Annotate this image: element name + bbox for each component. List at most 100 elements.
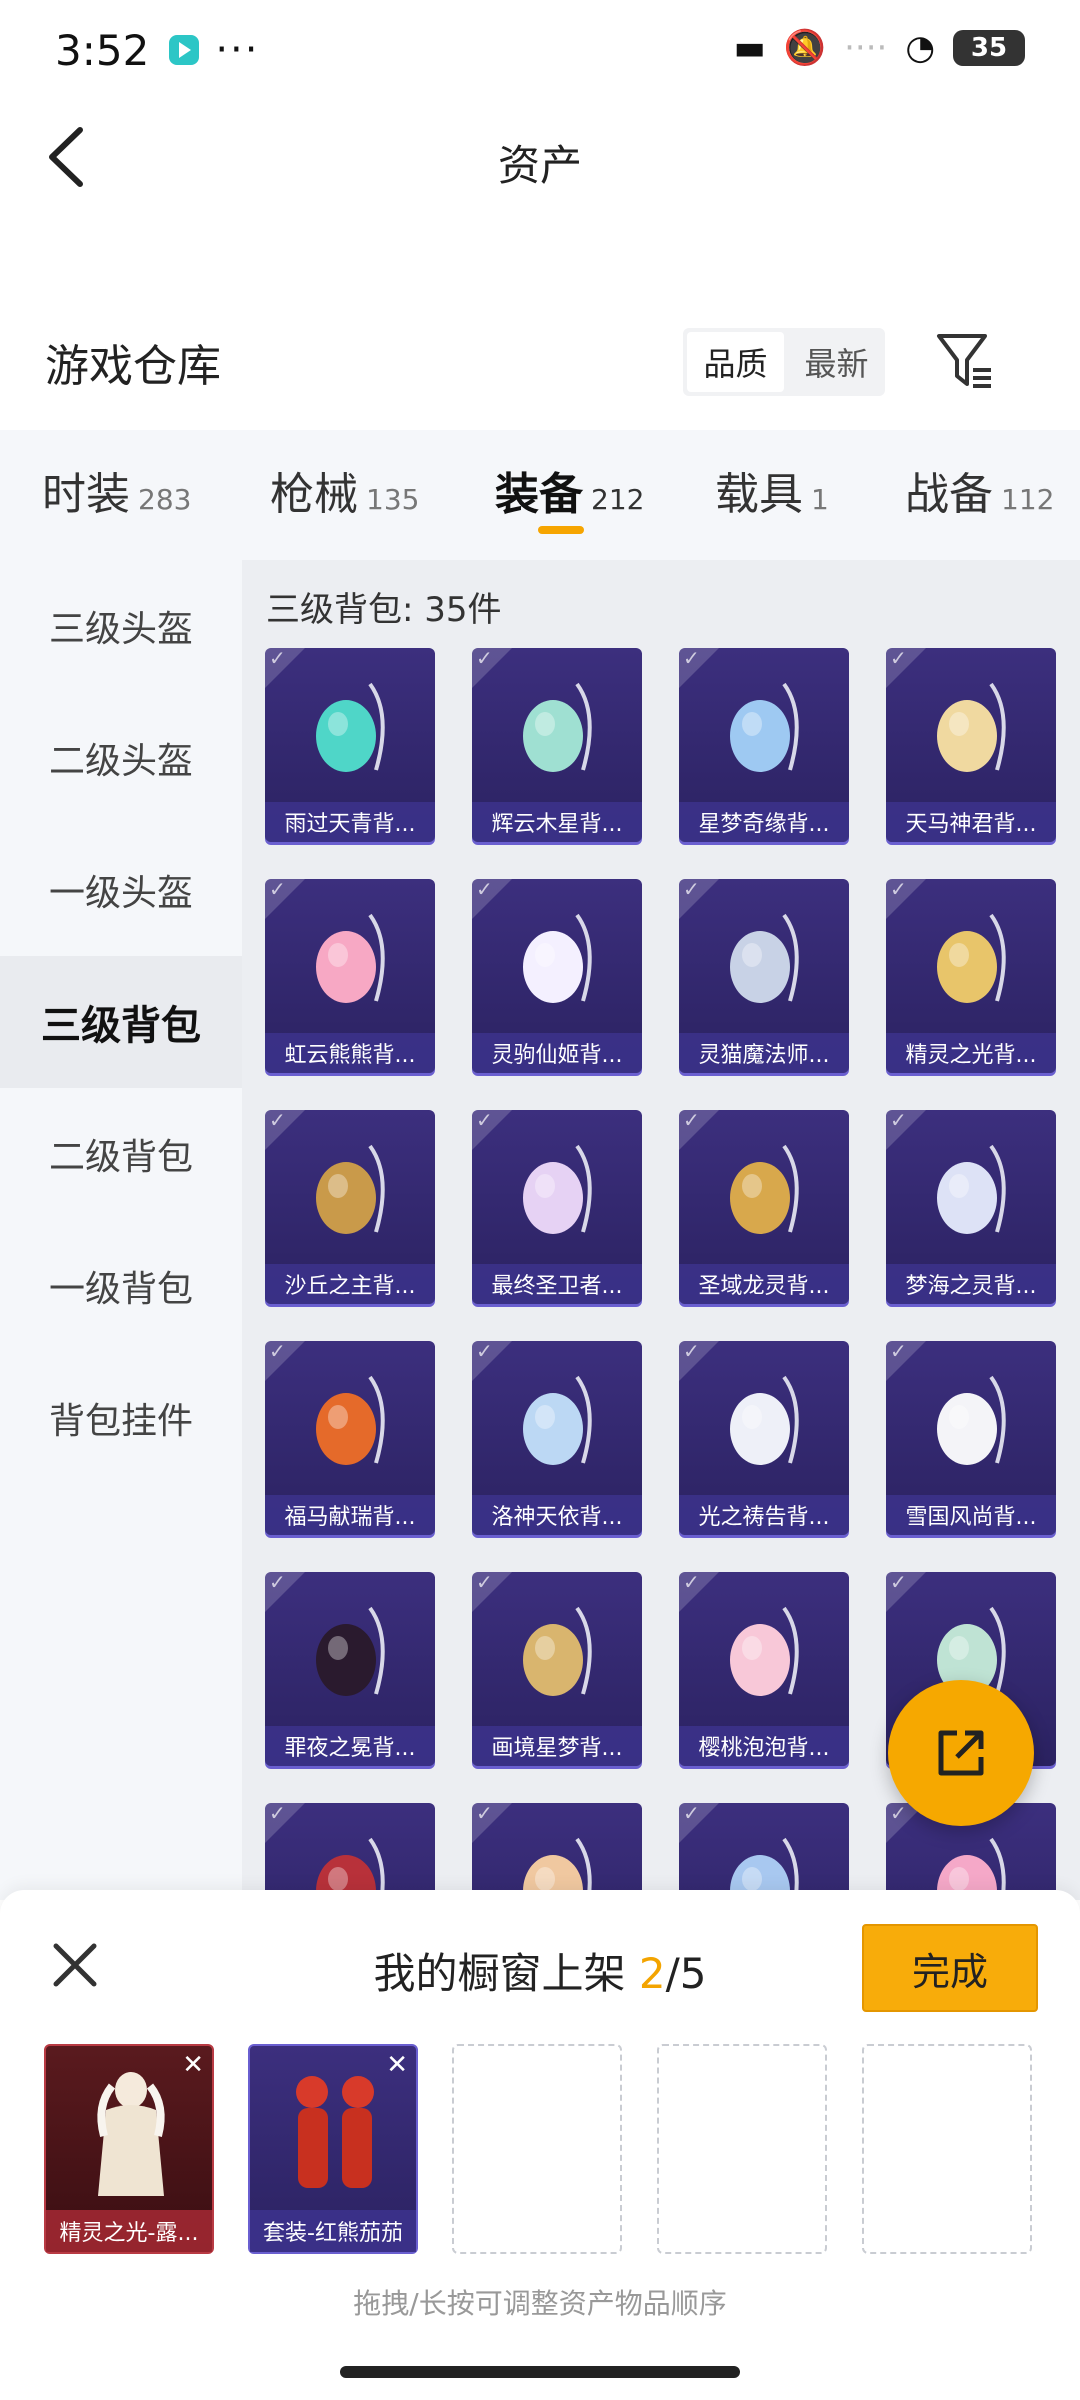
item-name: 圣域龙灵背... bbox=[679, 1264, 849, 1304]
tab-count: 135 bbox=[366, 483, 420, 516]
backpack-art-icon bbox=[730, 1606, 799, 1696]
backpack-art-icon bbox=[523, 1606, 592, 1696]
remove-slot-icon[interactable]: ✕ bbox=[386, 2050, 408, 2080]
item-name: 福马献瑞背... bbox=[265, 1495, 435, 1535]
item-card[interactable]: ✓ bbox=[679, 1803, 849, 1900]
category-tabs: 时装 283 枪械 135 装备 212 载具 1 战备 112 bbox=[0, 430, 1080, 560]
header: 资产 bbox=[0, 100, 1080, 220]
home-indicator[interactable] bbox=[340, 2366, 740, 2378]
item-card[interactable]: ✓ 洛神天依背... bbox=[472, 1341, 642, 1535]
item-card[interactable]: ✓ 罪夜之冕背... bbox=[265, 1572, 435, 1766]
outfit-art-icon bbox=[296, 2076, 374, 2188]
sort-toggle: 品质 最新 bbox=[683, 328, 885, 396]
item-name: 樱桃泡泡背... bbox=[679, 1726, 849, 1766]
showcase-count-total: /5 bbox=[665, 1949, 707, 1998]
done-button[interactable]: 完成 bbox=[862, 1924, 1038, 2012]
grid-heading: 三级背包: 35件 bbox=[266, 590, 502, 630]
check-icon: ✓ bbox=[476, 1110, 493, 1132]
wifi-icon: ◔ bbox=[905, 28, 935, 68]
item-card[interactable]: ✓ 梦海之灵背... bbox=[886, 1110, 1056, 1304]
showcase-slot-4[interactable] bbox=[657, 2044, 827, 2254]
item-card[interactable]: ✓ 精灵之光背... bbox=[886, 879, 1056, 1073]
share-button[interactable] bbox=[888, 1680, 1034, 1826]
item-card[interactable]: ✓ 沙丘之主背... bbox=[265, 1110, 435, 1304]
check-icon: ✓ bbox=[683, 648, 700, 670]
item-card[interactable]: ✓ 灵驹仙姬背... bbox=[472, 879, 642, 1073]
mute-icon: 🔕 bbox=[783, 28, 827, 68]
check-icon: ✓ bbox=[683, 1803, 700, 1825]
item-card[interactable]: ✓ 星梦奇缘背... bbox=[679, 648, 849, 842]
item-card[interactable]: ✓ 虹云熊熊背... bbox=[265, 879, 435, 1073]
backpack-art-icon bbox=[316, 1375, 385, 1465]
backpack-art-icon bbox=[523, 1375, 592, 1465]
item-name: 梦海之灵背... bbox=[886, 1264, 1056, 1304]
check-icon: ✓ bbox=[476, 1572, 493, 1594]
backpack-art-icon bbox=[730, 1375, 799, 1465]
status-bar: 3:52 ··· ▬ 🔕 ···· ◔ 35 bbox=[0, 0, 1080, 100]
active-tab-indicator bbox=[538, 526, 584, 534]
showcase-slot-3[interactable] bbox=[452, 2044, 622, 2254]
check-icon: ✓ bbox=[476, 1803, 493, 1825]
sleep-mode-icon: ▬ bbox=[733, 28, 766, 68]
tab-label: 枪械 bbox=[270, 469, 358, 520]
backpack-art-icon bbox=[937, 1375, 1006, 1465]
check-icon: ✓ bbox=[890, 648, 907, 670]
tab-label: 战备 bbox=[905, 469, 993, 520]
showcase-slot-5[interactable] bbox=[862, 2044, 1032, 2254]
backpack-art-icon bbox=[316, 682, 385, 772]
item-name: 光之祷告背... bbox=[679, 1495, 849, 1535]
side-item-backpack-1[interactable]: 一级背包 bbox=[0, 1220, 242, 1352]
check-icon: ✓ bbox=[476, 1341, 493, 1363]
item-card[interactable]: ✓ 福马献瑞背... bbox=[265, 1341, 435, 1535]
tab-weapons[interactable]: 枪械 135 bbox=[270, 458, 419, 522]
reorder-hint: 拖拽/长按可调整资产物品顺序 bbox=[353, 2287, 727, 2320]
item-card[interactable]: ✓ bbox=[265, 1803, 435, 1900]
item-card[interactable]: ✓ 雪国风尚背... bbox=[886, 1341, 1056, 1535]
warehouse-title: 游戏仓库 bbox=[45, 341, 221, 392]
item-card[interactable]: ✓ 樱桃泡泡背... bbox=[679, 1572, 849, 1766]
side-item-helmet-2[interactable]: 二级头盔 bbox=[0, 692, 242, 824]
tab-supplies[interactable]: 战备 112 bbox=[905, 458, 1054, 522]
item-card[interactable]: ✓ 灵猫魔法师... bbox=[679, 879, 849, 1073]
backpack-art-icon bbox=[937, 1144, 1006, 1234]
item-card[interactable]: ✓ 画境星梦背... bbox=[472, 1572, 642, 1766]
page-title: 资产 bbox=[497, 141, 582, 190]
item-card[interactable]: ✓ 圣域龙灵背... bbox=[679, 1110, 849, 1304]
item-card[interactable]: ✓ bbox=[472, 1803, 642, 1900]
app-notification-icon bbox=[169, 35, 200, 65]
tab-count: 212 bbox=[591, 483, 645, 516]
check-icon: ✓ bbox=[269, 1572, 286, 1594]
side-item-backpack-3[interactable]: 三级背包 bbox=[0, 956, 242, 1088]
check-icon: ✓ bbox=[890, 879, 907, 901]
check-icon: ✓ bbox=[890, 1572, 907, 1594]
filter-button[interactable] bbox=[935, 328, 995, 392]
side-item-backpack-charm[interactable]: 背包挂件 bbox=[0, 1352, 242, 1484]
tab-vehicles[interactable]: 载具 1 bbox=[715, 458, 829, 522]
more-notifications-icon: ··· bbox=[215, 27, 260, 73]
item-card[interactable]: ✓ 雨过天青背... bbox=[265, 648, 435, 842]
item-name: 画境星梦背... bbox=[472, 1726, 642, 1766]
signal-icon: ···· bbox=[844, 28, 888, 68]
sort-newest[interactable]: 最新 bbox=[788, 328, 885, 396]
tab-equipment[interactable]: 装备 212 bbox=[495, 458, 644, 522]
side-item-helmet-1[interactable]: 一级头盔 bbox=[0, 824, 242, 956]
side-item-helmet-3[interactable]: 三级头盔 bbox=[0, 560, 242, 692]
backpack-art-icon bbox=[316, 1144, 385, 1234]
showcase-slot-2[interactable]: ✕ 套装-红熊茄茄 bbox=[248, 2044, 418, 2254]
sort-quality[interactable]: 品质 bbox=[687, 332, 784, 392]
item-card[interactable]: ✓ 天马神君背... bbox=[886, 648, 1056, 842]
remove-slot-icon[interactable]: ✕ bbox=[182, 2050, 204, 2080]
item-name: 星梦奇缘背... bbox=[679, 802, 849, 842]
tab-fashion[interactable]: 时装 283 bbox=[42, 458, 191, 522]
check-icon: ✓ bbox=[683, 1341, 700, 1363]
warehouse-toolbar: 游戏仓库 品质 最新 bbox=[0, 310, 1080, 410]
check-icon: ✓ bbox=[476, 879, 493, 901]
item-card[interactable]: ✓ 最终圣卫者... bbox=[472, 1110, 642, 1304]
item-name: 雪国风尚背... bbox=[886, 1495, 1056, 1535]
item-name: 灵驹仙姬背... bbox=[472, 1033, 642, 1073]
side-item-backpack-2[interactable]: 二级背包 bbox=[0, 1088, 242, 1220]
item-card[interactable]: ✓ 辉云木星背... bbox=[472, 648, 642, 842]
showcase-slot-1[interactable]: ✕ 精灵之光-露... bbox=[44, 2044, 214, 2254]
backpack-art-icon bbox=[523, 682, 592, 772]
item-card[interactable]: ✓ 光之祷告背... bbox=[679, 1341, 849, 1535]
